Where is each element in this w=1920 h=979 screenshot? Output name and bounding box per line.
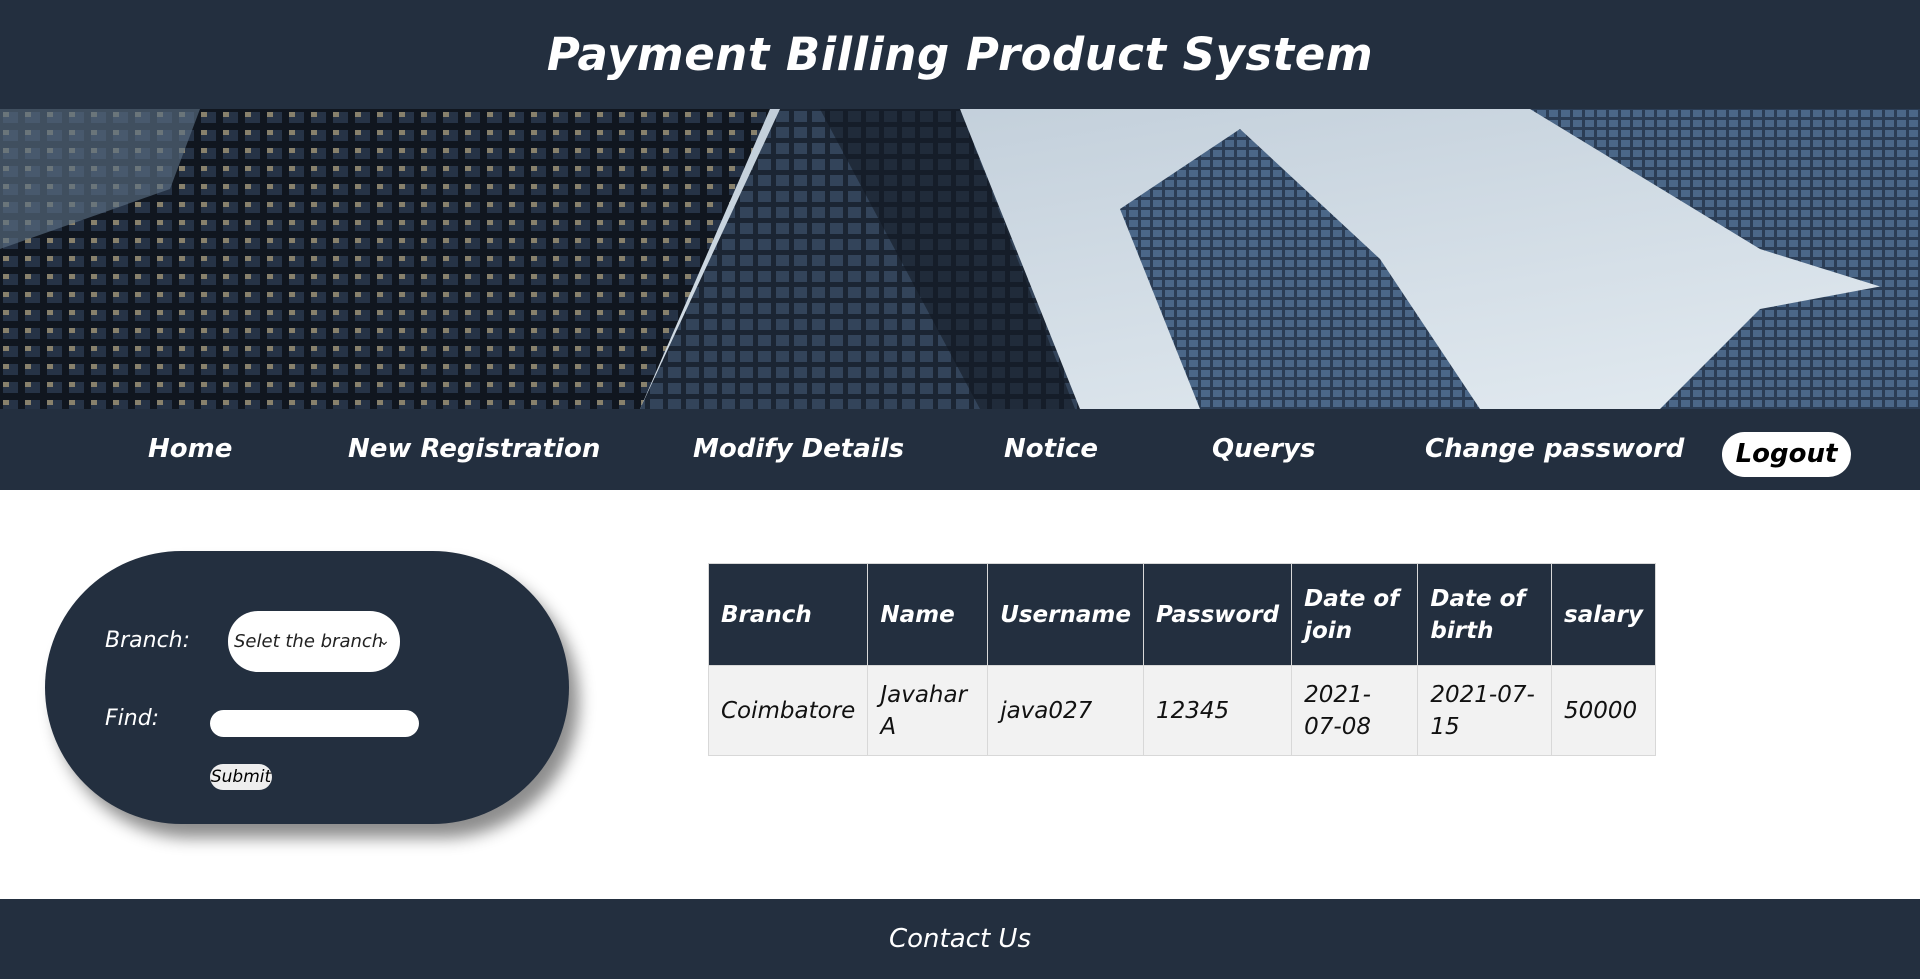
submit-button[interactable]: Submit <box>210 764 272 790</box>
banner-image <box>0 109 1920 409</box>
branch-label: Branch: <box>105 628 191 653</box>
nav-new-registration[interactable]: New Registration <box>348 409 600 490</box>
nav-querys[interactable]: Querys <box>1212 409 1316 490</box>
contact-us-link[interactable]: Contact Us <box>889 924 1031 954</box>
cell-password: 12345 <box>1142 665 1293 756</box>
nav-change-password[interactable]: Change password <box>1425 409 1684 490</box>
column-header-date-of-birth: Date of birth <box>1417 563 1553 666</box>
branch-select[interactable]: Selet the branch ⌄ <box>228 611 400 672</box>
nav-modify-details[interactable]: Modify Details <box>693 409 904 490</box>
column-header-username: Username <box>987 563 1144 666</box>
nav-home[interactable]: Home <box>148 409 232 490</box>
page-title: Payment Billing Product System <box>546 28 1374 81</box>
site-header: Payment Billing Product System <box>0 0 1920 109</box>
column-header-branch: Branch <box>707 563 869 666</box>
find-input[interactable] <box>210 710 419 737</box>
logout-button[interactable]: Logout <box>1722 432 1851 477</box>
column-header-name: Name <box>867 563 989 666</box>
site-footer: Contact Us <box>0 899 1920 979</box>
cell-date-of-birth: 2021-07-15 <box>1417 665 1553 756</box>
nav-notice[interactable]: Notice <box>1004 409 1098 490</box>
table-row: Coimbatore Javahar A java027 12345 2021-… <box>707 665 1656 756</box>
cell-date-of-join: 2021-07-08 <box>1291 665 1419 756</box>
employee-table: Branch Name Username Password Date of jo… <box>707 563 1656 756</box>
cell-name: Javahar A <box>867 665 989 756</box>
find-label: Find: <box>105 706 160 731</box>
branch-select-value: Selet the branch <box>234 631 384 652</box>
table-header-row: Branch Name Username Password Date of jo… <box>707 563 1656 666</box>
cell-branch: Coimbatore <box>707 665 869 756</box>
search-panel <box>45 551 569 824</box>
cell-salary: 50000 <box>1551 665 1656 756</box>
column-header-date-of-join: Date of join <box>1291 563 1419 666</box>
column-header-salary: salary <box>1551 563 1656 666</box>
cell-username: java027 <box>987 665 1144 756</box>
column-header-password: Password <box>1142 563 1293 666</box>
main-nav: Home New Registration Modify Details Not… <box>0 409 1920 490</box>
chevron-down-icon: ⌄ <box>378 633 390 649</box>
